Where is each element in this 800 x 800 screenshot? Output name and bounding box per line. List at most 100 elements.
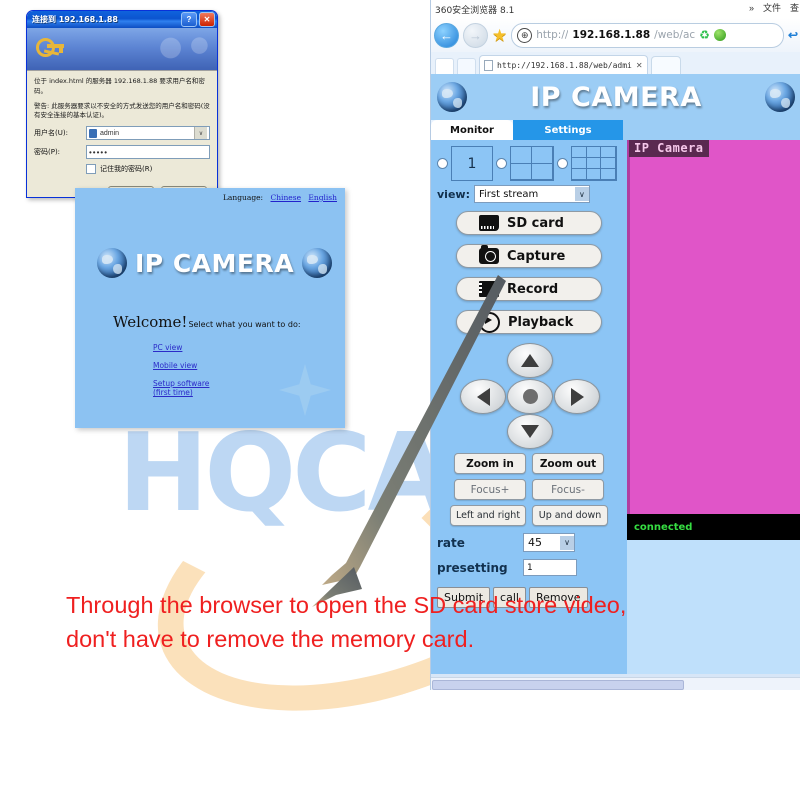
globe-icon-page-left [437, 82, 467, 112]
rate-label: rate [437, 535, 465, 550]
tabs-filler [623, 120, 800, 140]
layout-single-option[interactable]: 1 [451, 146, 493, 181]
zoom-in-button[interactable]: Zoom in [454, 453, 526, 474]
sd-card-icon [479, 215, 499, 231]
ptz-home-button[interactable] [507, 379, 553, 414]
auth-message-warning: 警告: 此服务器要求以不安全的方式发送您的用户名和密码(没有安全连接的基本认证)… [34, 101, 210, 120]
scrollbar-thumb[interactable] [432, 680, 684, 690]
browser-horizontal-scrollbar[interactable] [431, 677, 800, 690]
username-input[interactable]: admin ∨ [86, 126, 210, 140]
layout-radio-4[interactable] [496, 158, 507, 169]
cloud-icon[interactable] [435, 58, 454, 74]
back-button[interactable]: ← [434, 22, 459, 48]
first-time-link[interactable]: (first time) [153, 388, 209, 397]
film-icon [479, 281, 499, 297]
key-tooth-shape [59, 47, 63, 53]
new-tab-button[interactable] [650, 56, 681, 74]
help-icon[interactable]: ? [181, 12, 197, 27]
password-value: ••••• [89, 147, 109, 157]
focus-plus-button[interactable]: Focus+ [454, 479, 526, 500]
zoom-button-row: Zoom in Zoom out [437, 453, 621, 474]
tab-monitor[interactable]: Monitor [431, 120, 513, 140]
forward-button[interactable]: → [463, 22, 488, 48]
remember-password-checkbox[interactable]: 记住我的密码(R) [86, 164, 210, 174]
presetting-row: presetting 1 [437, 559, 621, 576]
ptz-down-button[interactable] [507, 414, 553, 449]
arrow-right-icon [570, 387, 584, 406]
camera-page-header: IP CAMERA [431, 74, 800, 120]
language-chinese-link[interactable]: Chinese [270, 193, 301, 202]
close-tab-icon[interactable]: ✕ [636, 61, 643, 70]
play-icon [479, 311, 500, 333]
stream-select[interactable]: First stream ∨ [473, 185, 590, 203]
close-icon[interactable]: ✕ [199, 12, 215, 27]
welcome-word: Welcome! [113, 313, 188, 331]
remember-password-label: 记住我的密码(R) [100, 165, 153, 173]
video-stream[interactable]: IP Camera [627, 140, 800, 514]
video-left-border [627, 140, 630, 514]
language-switcher: Language: Chinese English [223, 193, 337, 202]
record-button[interactable]: Record [456, 277, 602, 301]
focus-button-row: Focus+ Focus- [437, 479, 621, 500]
ptz-right-button[interactable] [554, 379, 600, 414]
language-english-link[interactable]: English [308, 193, 337, 202]
layout-quad-option[interactable] [510, 146, 554, 181]
welcome-links: PC view Mobile view Setup software (firs… [153, 343, 209, 406]
shield-icon: ⊕ [517, 27, 533, 43]
ptz-left-button[interactable] [460, 379, 506, 414]
back-arrow-icon: ← [440, 27, 453, 43]
auth-message-primary: 位于 index.html 的服务器 192.168.1.88 要求用户名和密码… [34, 77, 205, 95]
password-input[interactable]: ••••• [86, 145, 210, 159]
browser-tab-active[interactable]: http://192.168.1.88/web/admi ✕ [479, 55, 648, 74]
bookmark-star-icon[interactable]: ★ [492, 27, 507, 44]
sidebar-icon[interactable] [457, 58, 476, 74]
sd-card-button-label: SD card [507, 215, 564, 231]
globe-icon-left [97, 248, 127, 278]
playback-button[interactable]: Playback [456, 310, 602, 334]
ptz-up-button[interactable] [507, 343, 553, 378]
menu-extra[interactable]: 查 [790, 1, 799, 14]
username-value: admin [100, 129, 120, 137]
rate-select-value: 45 [528, 536, 542, 549]
mobile-view-link[interactable]: Mobile view [153, 361, 209, 370]
address-bar[interactable]: ⊕ http:// 192.168.1.88 /web/ac ♻ [511, 22, 784, 48]
left-right-button[interactable]: Left and right [450, 505, 526, 526]
video-status-bar: connected [627, 514, 800, 540]
user-icon [89, 128, 97, 138]
auth-dialog-body: 位于 index.html 的服务器 192.168.1.88 要求用户名和密码… [27, 71, 217, 197]
rate-row: rate 45 ∨ [437, 533, 621, 552]
layout-selector: 1 [437, 146, 621, 181]
more-icon[interactable]: » [749, 3, 754, 13]
sd-card-button[interactable]: SD card [456, 211, 602, 235]
language-label: Language: [222, 193, 264, 202]
browser-tabstrip: http://192.168.1.88/web/admi ✕ [431, 52, 800, 74]
capture-button[interactable]: Capture [456, 244, 602, 268]
menu-file[interactable]: 文件 [763, 1, 781, 14]
browser-window: 360安全浏览器 8.1 » 文件 查 ← → ★ ⊕ http:// 192.… [430, 0, 800, 690]
layout-radio-9[interactable] [557, 158, 568, 169]
banner-ghost-graphic [149, 28, 217, 70]
welcome-brand-logo: IP CAMERA [97, 248, 333, 278]
rate-select[interactable]: 45 ∨ [523, 533, 575, 552]
focus-minus-button[interactable]: Focus- [532, 479, 604, 500]
layout-nine-option[interactable] [571, 146, 617, 181]
setup-software-link[interactable]: Setup software [153, 379, 209, 388]
browser-menu-area: » 文件 查 [749, 1, 799, 14]
zoom-out-button[interactable]: Zoom out [532, 453, 604, 474]
decorative-star [279, 364, 331, 416]
camera-brand-text: IP CAMERA [530, 81, 702, 113]
globe-icon-page-right [764, 82, 795, 112]
translate-icon[interactable]: ↩ [788, 28, 798, 42]
presetting-input[interactable]: 1 [523, 559, 577, 576]
refresh-icon[interactable]: ♻ [699, 28, 710, 42]
tab-settings[interactable]: Settings [513, 120, 623, 140]
browser-window-title: 360安全浏览器 8.1 [435, 5, 515, 16]
chevron-down-icon[interactable]: ∨ [194, 127, 207, 139]
arrow-left-icon [476, 387, 490, 406]
page-icon [484, 59, 493, 71]
compat-mode-icon[interactable] [713, 29, 726, 41]
pc-view-link[interactable]: PC view [153, 343, 209, 352]
layout-radio-1[interactable] [437, 158, 448, 169]
up-down-button[interactable]: Up and down [532, 505, 608, 526]
screenshot-canvas: HQCAM 连接到 192.168.1.88 ? ✕ 位于 index.html… [0, 0, 800, 800]
